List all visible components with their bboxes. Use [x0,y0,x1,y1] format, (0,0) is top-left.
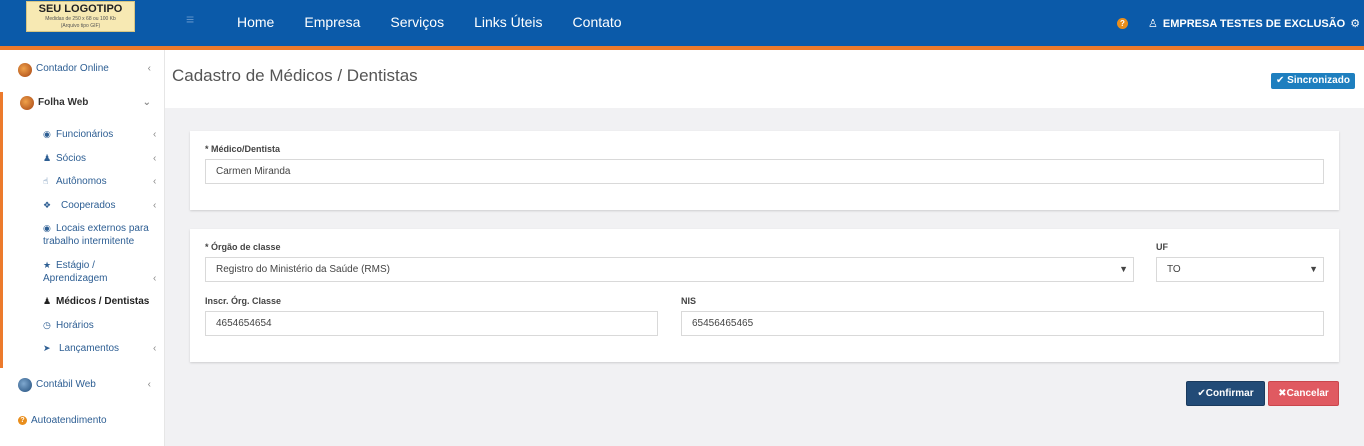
chevron-left-icon: ‹ [153,176,157,187]
medico-label: * Médico/Dentista [205,144,281,154]
nav-contato[interactable]: Contato [573,14,622,30]
sidebar: Contador Online ‹ Folha Web ⌄ ◉ Funcionár… [0,50,165,446]
chevron-left-icon: ‹ [153,343,157,354]
medico-card: * Médico/Dentista Carmen Miranda [190,131,1339,210]
user-circle-icon: ◉ [43,129,51,139]
confirm-label: Confirmar [1205,388,1254,399]
logo-note: (Arquivo tipo GIF) [60,23,101,29]
caret-down-icon: ▼ [1309,264,1318,274]
check-icon: ✔ [1276,75,1285,86]
contabil-logo-icon [18,378,32,392]
uf-select[interactable]: TO ▼ [1156,257,1324,282]
nav-links-uteis[interactable]: Links Úteis [474,14,542,30]
chevron-left-icon: ‹ [147,63,151,74]
sidebar-item-medicos-dentistas[interactable]: ♟ Médicos / Dentistas [43,295,158,308]
sidebar-item-funcionarios[interactable]: ◉ Funcionários ‹ [43,128,158,141]
sync-status-label: Sincronizado [1287,75,1350,86]
chevron-left-icon: ‹ [153,273,157,284]
nis-label: NIS [681,296,697,306]
chevron-down-icon: ⌄ [142,97,151,108]
sidebar-item-estagio[interactable]: ★ Estágio / Aprendizagem ‹ [43,259,156,285]
star-icon: ★ [43,260,52,270]
clock-icon: ◷ [43,320,51,330]
orgao-value: Registro do Ministério da Saúde (RMS) [216,264,390,275]
user-icon: ♙ [1148,18,1158,30]
bullhorn-icon: ➤ [43,343,51,353]
sidebar-item-socios[interactable]: ♟ Sócios ‹ [43,152,158,165]
sidebar-item-label: Contábil Web [36,379,96,390]
nav-servicos[interactable]: Serviços [390,14,444,30]
sidebar-item-cooperados[interactable]: ❖ Cooperados ‹ [43,199,158,212]
gear-icon: ⚙ [1350,18,1361,30]
folha-logo-icon [20,96,34,110]
company-logo[interactable]: SEU LOGOTIPO Medidas de 250 x 68 ou 100 … [26,1,135,32]
sidebar-item-autonomos[interactable]: ☝ Autônomos ‹ [43,175,158,188]
nav-home[interactable]: Home [237,14,274,30]
orgao-label: * Órgão de classe [205,242,281,252]
company-menu[interactable]: ♙ EMPRESA TESTES DE EXCLUSÃO ⚙ [1148,17,1361,31]
sidebar-item-label: Contador Online [36,63,109,74]
logo-title: SEU LOGOTIPO [38,3,123,15]
sidebar-item-label: Cooperados [61,200,116,211]
sidebar-item-horarios[interactable]: ◷ Horários [43,319,158,332]
orgao-select[interactable]: Registro do Ministério da Saúde (RMS) ▼ [205,257,1134,282]
sidebar-item-lancamentos[interactable]: ➤ Lançamentos ‹ [43,342,158,355]
chevron-left-icon: ‹ [153,200,157,211]
question-icon: ? [18,416,27,425]
sidebar-item-folha-web[interactable]: Folha Web ⌄ [0,96,165,112]
question-icon[interactable]: ? [1117,18,1128,29]
orgao-card: * Órgão de classe Registro do Ministério… [190,229,1339,362]
sidebar-item-label: Locais externos para trabalho intermiten… [43,223,149,247]
caret-down-icon: ▼ [1119,264,1128,274]
main-nav: Home Empresa Serviços Links Úteis Contat… [237,14,652,30]
inscr-label: Inscr. Órg. Classe [205,296,282,306]
uf-label: UF [1156,242,1168,252]
page-header: Cadastro de Médicos / Dentistas ✔ Sincro… [165,50,1364,108]
page-title: Cadastro de Médicos / Dentistas [172,66,418,85]
sidebar-item-autoatendimento[interactable]: ? Autoatendimento [0,414,165,430]
chevron-left-icon: ‹ [147,379,151,390]
sidebar-item-label: Folha Web [38,97,89,108]
sidebar-item-label: Horários [56,320,94,331]
sync-status-badge: ✔ Sincronizado [1271,73,1355,89]
medico-field[interactable]: Carmen Miranda [205,159,1324,184]
thumbs-up-icon: ☝ [43,176,49,186]
check-icon: ✔ [1197,388,1206,399]
cancel-button[interactable]: ✖Cancelar [1268,381,1339,406]
logo-subtitle: Medidas de 250 x 68 ou 100 Kb [45,16,116,22]
inscr-value: 4654654654 [216,318,272,329]
nav-empresa[interactable]: Empresa [304,14,360,30]
nis-value: 65456465465 [692,318,754,329]
medico-value: Carmen Miranda [216,166,291,177]
sidebar-item-label: Sócios [56,153,87,164]
sidebar-item-contador-online[interactable]: Contador Online ‹ [0,62,165,78]
sidebar-item-label: Autônomos [56,176,107,187]
chevron-left-icon: ‹ [153,129,157,140]
user-plus-icon: ♟ [43,153,52,163]
contador-logo-icon [18,63,32,77]
cancel-label: Cancelar [1286,388,1329,399]
close-icon: ✖ [1278,388,1287,399]
sidebar-item-label: Médicos / Dentistas [56,296,150,307]
sidebar-group-folha-web: Folha Web ⌄ ◉ Funcionários ‹ ♟ Sócios ‹ ☝ A… [0,92,165,368]
sidebar-item-label: Funcionários [56,129,114,140]
sidebar-item-contabil-web[interactable]: Contábil Web ‹ [0,378,165,394]
inscr-field[interactable]: 4654654654 [205,311,658,336]
confirm-button[interactable]: ✔Confirmar [1186,381,1265,406]
sidebar-item-locais-externos[interactable]: ◉ Locais externos para trabalho intermite… [43,222,163,248]
sidebar-item-label: Lançamentos [59,343,120,354]
company-name: EMPRESA TESTES DE EXCLUSÃO [1162,17,1346,30]
menu-toggle-icon[interactable]: ≡ [186,12,194,26]
sidebar-item-label: Autoatendimento [31,415,107,426]
chevron-left-icon: ‹ [153,153,157,164]
uf-value: TO [1167,264,1181,275]
top-navbar: SEU LOGOTIPO Medidas de 250 x 68 ou 100 … [0,0,1364,46]
handshake-icon: ❖ [43,200,52,210]
globe-icon: ◉ [43,223,51,233]
nis-field[interactable]: 65456465465 [681,311,1324,336]
user-md-icon: ♟ [43,296,52,306]
